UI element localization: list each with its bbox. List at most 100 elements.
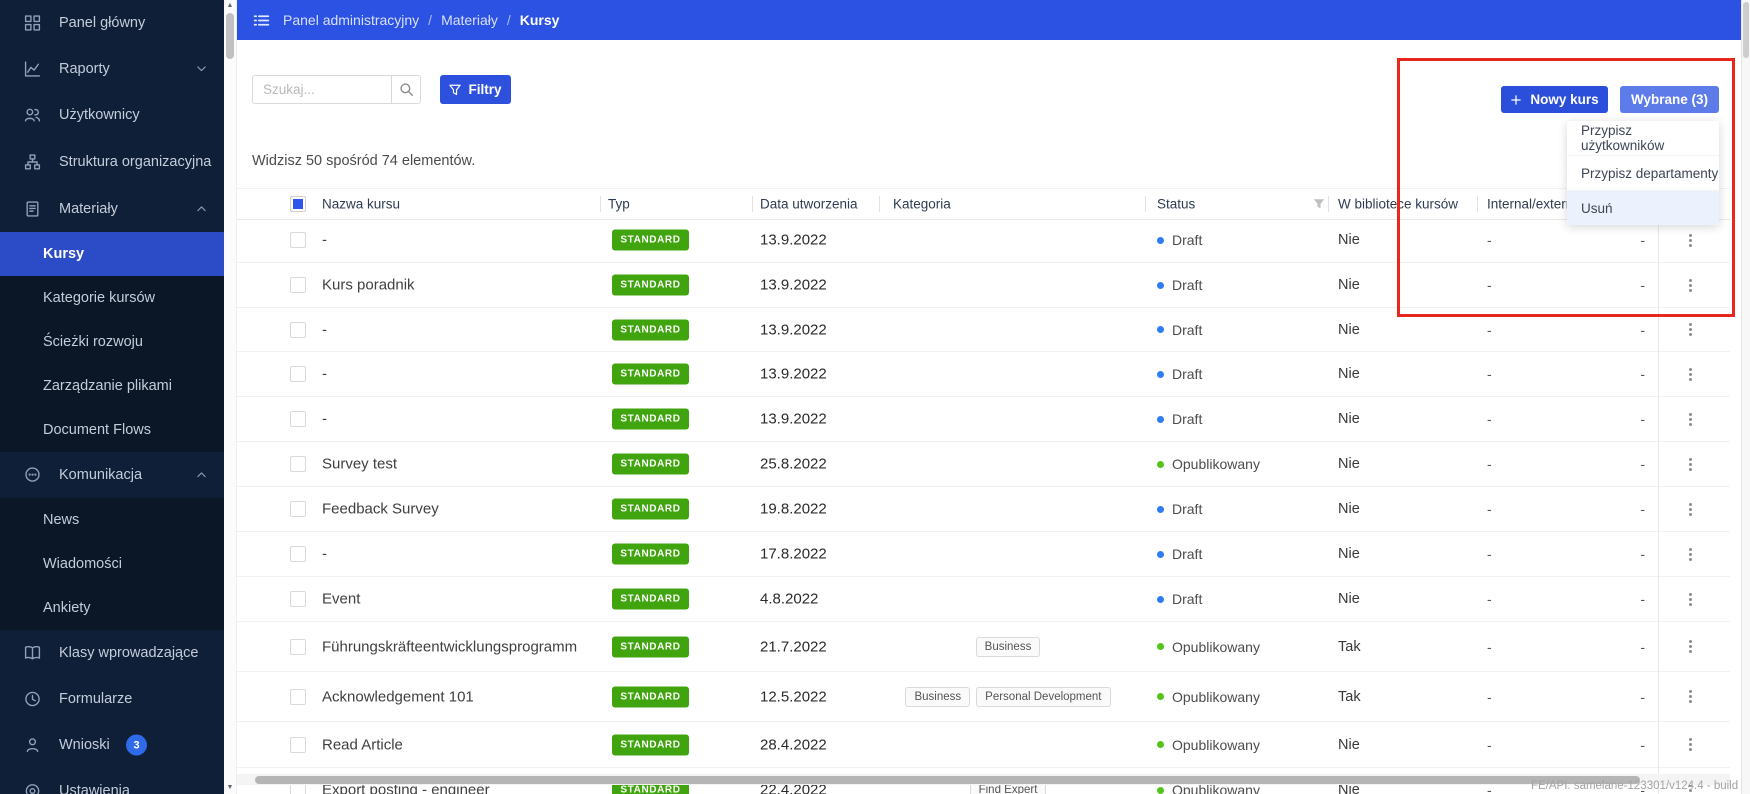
settings-icon <box>24 783 41 794</box>
row-checkbox[interactable] <box>290 366 306 382</box>
sidebar-item-formularze[interactable]: Formularze <box>0 676 224 722</box>
internal-external-cell: - <box>1487 546 1492 562</box>
dropdown-item-przypisz-u-ytkownik-w[interactable]: Przypisz użytkowników <box>1567 121 1719 156</box>
search-input[interactable] <box>253 76 391 103</box>
filters-label: Filtry <box>468 82 502 97</box>
extra-cell: - <box>1640 688 1645 705</box>
extra-cell: - <box>1640 456 1645 472</box>
row-checkbox[interactable] <box>290 232 306 248</box>
sidebar-item-kursy[interactable]: Kursy <box>0 232 224 276</box>
selected-actions-dropdown: Przypisz użytkowników Przypisz departamen… <box>1567 121 1719 225</box>
status-dot-icon <box>1157 326 1164 333</box>
breadcrumb-item-admin[interactable]: Panel administracyjny <box>283 12 419 28</box>
sidebar-item-label: Użytkownicy <box>59 107 140 123</box>
sidebar-scrollbar[interactable] <box>224 0 237 794</box>
sidebar-item--cie-ki-rozwoju[interactable]: Ścieżki rozwoju <box>0 320 224 364</box>
sidebar-item-wiadomo-ci[interactable]: Wiadomości <box>0 542 224 586</box>
sidebar-item-panel-g-wny[interactable]: Panel główny <box>0 0 224 46</box>
created-date-cell: 12.5.2022 <box>760 688 827 705</box>
sidebar-item-ustawienia[interactable]: Ustawienia <box>0 768 224 794</box>
row-actions-kebab-icon[interactable] <box>1680 637 1700 657</box>
sidebar-item-u-ytkownicy[interactable]: Użytkownicy <box>0 92 224 138</box>
sidebar-item-materia-y[interactable]: Materiały <box>0 186 224 232</box>
menu-icon[interactable] <box>253 12 270 29</box>
row-checkbox[interactable] <box>290 736 306 753</box>
row-actions-kebab-icon[interactable] <box>1680 499 1700 519</box>
sidebar-item-document-flows[interactable]: Document Flows <box>0 408 224 452</box>
sidebar-item-label: Ustawienia <box>59 783 130 794</box>
row-actions-kebab-icon[interactable] <box>1680 409 1700 429</box>
row-checkbox[interactable] <box>290 688 306 705</box>
breadcrumb-item-current: Kursy <box>519 12 560 28</box>
vertical-scrollbar-thumb[interactable] <box>1743 2 1749 58</box>
extra-cell: - <box>1640 411 1645 427</box>
scroll-up-icon[interactable] <box>224 1 236 11</box>
created-date-cell: 13.9.2022 <box>760 276 827 294</box>
row-checkbox[interactable] <box>290 638 306 655</box>
row-actions-kebab-icon[interactable] <box>1680 735 1700 755</box>
new-course-label: Nowy kurs <box>1530 92 1599 107</box>
sidebar-item-zarz-dzanie-plikami[interactable]: Zarządzanie plikami <box>0 364 224 408</box>
course-type-badge: STANDARD <box>612 229 689 251</box>
table-row: - STANDARD 13.9.2022 Draft Nie - - <box>237 308 1730 352</box>
row-actions-kebab-icon[interactable] <box>1680 687 1700 707</box>
sidebar-scrollbar-thumb[interactable] <box>226 13 234 59</box>
course-name-cell: Feedback Survey <box>322 500 439 518</box>
course-name-cell: Führungskräfteentwicklungsprogramm <box>322 638 578 655</box>
row-actions-kebab-icon[interactable] <box>1680 275 1700 295</box>
select-all-checkbox[interactable] <box>290 196 306 212</box>
row-checkbox[interactable] <box>290 546 306 562</box>
course-type-badge: STANDARD <box>612 408 689 430</box>
column-header-category[interactable]: Kategoria <box>893 197 951 212</box>
breadcrumb-separator: / <box>506 12 511 28</box>
row-actions-kebab-icon[interactable] <box>1680 230 1700 250</box>
sidebar-item-komunikacja[interactable]: Komunikacja <box>0 452 224 498</box>
filters-button[interactable]: Filtry <box>440 75 511 104</box>
sidebar-item-klasy-wprowadzaj-ce[interactable]: Klasy wprowadzające <box>0 630 224 676</box>
row-actions-kebab-icon[interactable] <box>1680 364 1700 384</box>
status-cell: Draft <box>1157 232 1202 248</box>
in-library-cell: Tak <box>1338 688 1361 705</box>
sidebar-item-wnioski[interactable]: Wnioski 3 <box>0 722 224 768</box>
row-actions-kebab-icon[interactable] <box>1680 320 1700 340</box>
row-checkbox[interactable] <box>290 321 306 338</box>
row-checkbox[interactable] <box>290 456 306 472</box>
column-header-created[interactable]: Data utworzenia <box>760 197 858 212</box>
sidebar-item-ankiety[interactable]: Ankiety <box>0 586 224 630</box>
materials-icon <box>24 201 41 218</box>
extra-cell: - <box>1640 277 1645 293</box>
column-header-status[interactable]: Status <box>1157 197 1195 212</box>
scroll-down-icon[interactable] <box>224 783 236 793</box>
course-type-badge: STANDARD <box>612 319 689 340</box>
dropdown-item-przypisz-departamenty[interactable]: Przypisz departamenty <box>1567 156 1719 191</box>
new-course-button[interactable]: Nowy kurs <box>1501 86 1608 113</box>
course-name-cell: Kurs poradnik <box>322 276 415 294</box>
horizontal-scrollbar-thumb[interactable] <box>255 776 1640 784</box>
row-actions-kebab-icon[interactable] <box>1680 454 1700 474</box>
dropdown-item-usu-[interactable]: Usuń <box>1567 191 1719 225</box>
vertical-scrollbar[interactable] <box>1741 0 1750 794</box>
row-checkbox[interactable] <box>290 411 306 427</box>
sidebar-item-raporty[interactable]: Raporty <box>0 46 224 92</box>
row-actions-kebab-icon[interactable] <box>1680 589 1700 609</box>
selected-button[interactable]: Wybrane (3) <box>1620 86 1719 113</box>
status-cell: Opublikowany <box>1157 456 1260 472</box>
sidebar-item-kategorie-kurs-w[interactable]: Kategorie kursów <box>0 276 224 320</box>
table-row: - STANDARD 17.8.2022 Draft Nie - - <box>237 532 1730 577</box>
row-actions-kebab-icon[interactable] <box>1680 544 1700 564</box>
breadcrumb-item-materials[interactable]: Materiały <box>441 12 498 28</box>
column-header-name[interactable]: Nazwa kursu <box>322 197 400 212</box>
status-cell: Opublikowany <box>1157 689 1260 705</box>
row-checkbox[interactable] <box>290 501 306 517</box>
row-checkbox[interactable] <box>290 591 306 607</box>
search-icon[interactable] <box>391 76 420 103</box>
row-checkbox[interactable] <box>290 277 306 293</box>
column-header-type[interactable]: Typ <box>608 197 630 212</box>
in-library-cell: Nie <box>1338 736 1360 753</box>
in-library-cell: Nie <box>1338 501 1360 517</box>
status-filter-icon[interactable] <box>1313 198 1325 210</box>
column-header-library[interactable]: W bibliotece kursów <box>1338 197 1458 212</box>
internal-external-cell: - <box>1487 736 1492 753</box>
sidebar-item-news[interactable]: News <box>0 498 224 542</box>
sidebar-item-struktura-organizacyjna[interactable]: Struktura organizacyjna <box>0 138 224 186</box>
